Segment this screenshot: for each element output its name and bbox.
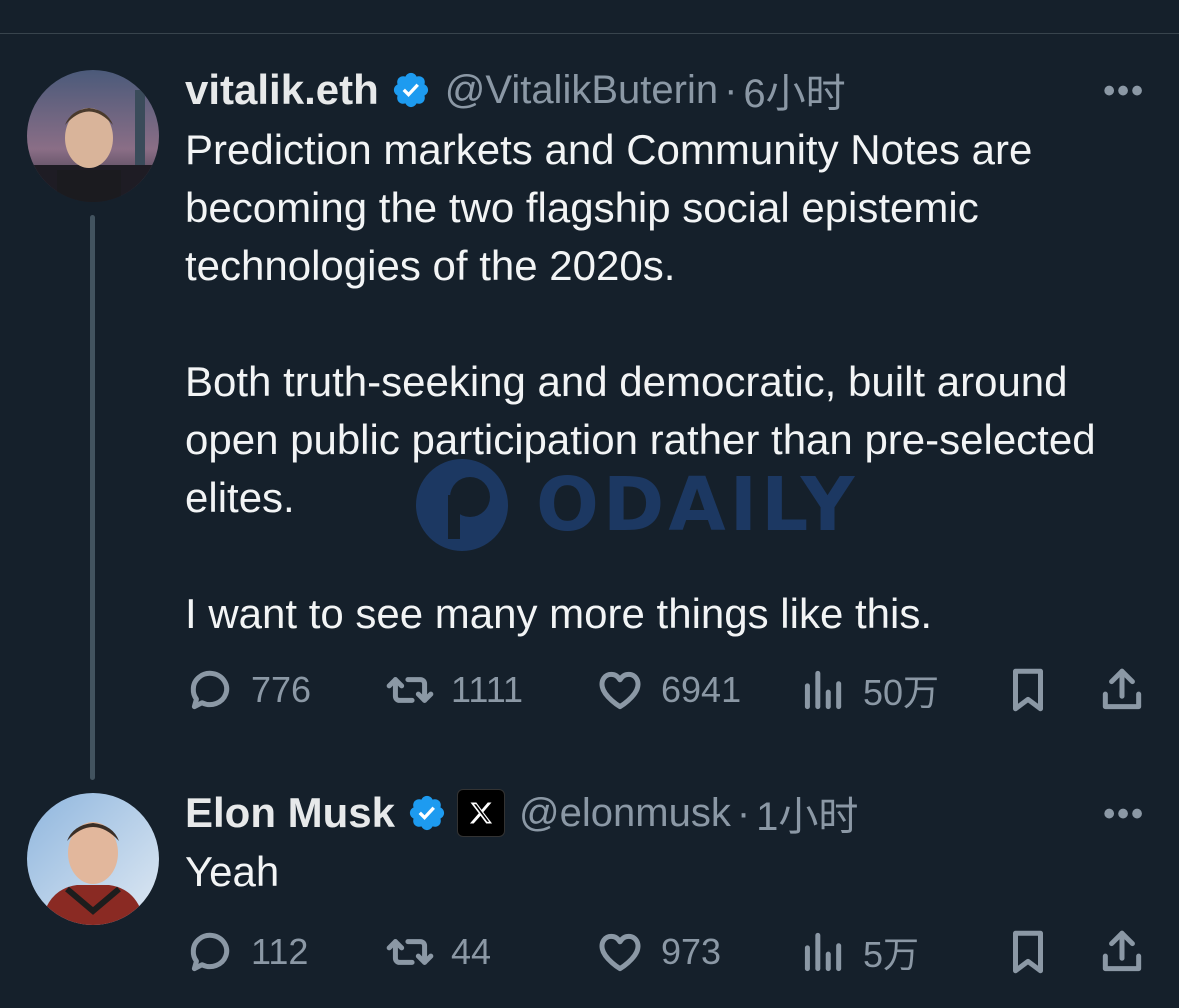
separator-dot: · xyxy=(736,790,751,835)
thread-line xyxy=(90,215,95,780)
reply-icon xyxy=(190,670,230,710)
retweet-button[interactable]: 44 xyxy=(385,922,491,982)
handle[interactable]: @VitalikButerin xyxy=(445,68,718,113)
reply-count: 112 xyxy=(251,931,309,972)
more-options-icon[interactable]: ••• xyxy=(1103,72,1145,111)
views-icon xyxy=(804,670,842,710)
verified-badge-icon xyxy=(391,70,431,110)
views-button[interactable]: 50万 xyxy=(797,660,939,720)
more-options-icon[interactable]: ••• xyxy=(1103,795,1145,834)
tweet-paragraph: Prediction markets and Community Notes a… xyxy=(185,126,1033,289)
timestamp[interactable]: 1小时 xyxy=(756,784,858,842)
handle[interactable]: @elonmusk xyxy=(519,791,731,836)
share-icon xyxy=(1102,930,1142,972)
like-button[interactable]: 973 xyxy=(595,922,721,982)
reply-icon xyxy=(190,932,230,972)
x-affiliate-icon[interactable] xyxy=(457,789,506,837)
display-name[interactable]: vitalik.eth xyxy=(185,66,379,114)
bookmark-icon xyxy=(1013,930,1043,974)
display-name[interactable]: Elon Musk xyxy=(185,789,395,837)
like-count: 973 xyxy=(661,931,722,972)
tweet-paragraph: Both truth-seeking and democratic, built… xyxy=(185,358,1096,521)
bookmark-button[interactable] xyxy=(1003,922,1053,982)
like-count: 6941 xyxy=(661,669,742,710)
retweet-button[interactable]: 1111 xyxy=(385,660,523,720)
retweet-count: 44 xyxy=(451,931,492,972)
views-count: 5万 xyxy=(863,934,920,975)
reply-count: 776 xyxy=(251,669,312,710)
timestamp[interactable]: 6小时 xyxy=(743,61,845,119)
avatar-elon[interactable] xyxy=(27,793,159,925)
retweet-count: 1111 xyxy=(451,669,524,710)
avatar-vitalik[interactable] xyxy=(27,70,159,202)
tweet-2-text: Yeah xyxy=(185,843,1145,901)
views-count: 50万 xyxy=(863,672,940,713)
like-button[interactable]: 6941 xyxy=(595,660,741,720)
tweet-paragraph: I want to see many more things like this… xyxy=(185,590,932,637)
retweet-icon xyxy=(386,939,434,965)
heart-icon xyxy=(599,933,641,972)
tweet-2-header: Elon Musk @elonmusk · 1小时 xyxy=(185,783,858,843)
tweet-paragraph: Yeah xyxy=(185,848,280,895)
share-icon xyxy=(1102,668,1142,710)
reply-button[interactable]: 112 xyxy=(185,922,308,982)
top-divider xyxy=(0,33,1179,34)
separator-dot: · xyxy=(724,67,738,112)
views-icon xyxy=(804,932,842,972)
share-button[interactable] xyxy=(1097,922,1147,982)
bookmark-icon xyxy=(1013,668,1043,712)
tweet-2-actions: 112 44 973 5万 xyxy=(185,922,1150,982)
retweet-icon xyxy=(386,677,434,703)
reply-button[interactable]: 776 xyxy=(185,660,311,720)
bookmark-button[interactable] xyxy=(1003,660,1053,720)
tweet-1-header: vitalik.eth @VitalikButerin · 6小时 xyxy=(185,60,846,120)
tweet-1-text: Prediction markets and Community Notes a… xyxy=(185,121,1145,643)
verified-badge-icon xyxy=(407,793,447,833)
tweet-1-actions: 776 1111 6941 50万 xyxy=(185,660,1150,720)
views-button[interactable]: 5万 xyxy=(797,922,919,982)
heart-icon xyxy=(599,671,641,710)
share-button[interactable] xyxy=(1097,660,1147,720)
